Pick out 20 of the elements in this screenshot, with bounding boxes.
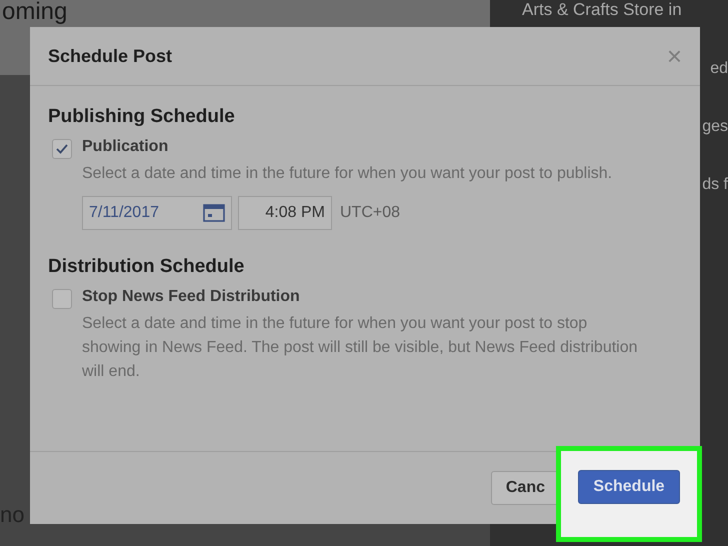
- sidebar-text: ds f: [702, 176, 728, 194]
- calendar-icon: [203, 204, 225, 222]
- dialog-title: Schedule Post: [48, 46, 172, 66]
- timezone-label: UTC+08: [340, 204, 400, 222]
- section-heading: Distribution Schedule: [48, 256, 246, 278]
- checkbox[interactable]: [52, 139, 72, 159]
- schedule-button[interactable]: Schedule: [578, 470, 680, 504]
- page-title: oming: [2, 0, 68, 24]
- option-label: Publication: [82, 138, 170, 156]
- sidebar-text: ges: [702, 118, 728, 136]
- sidebar-text: ed: [710, 60, 728, 78]
- check-icon: [56, 144, 68, 154]
- date-field[interactable]: 7/11/2017: [82, 196, 232, 230]
- option-label: Stop News Feed Distribution: [82, 288, 301, 306]
- sidebar-title: Arts & Crafts Store in: [522, 0, 682, 20]
- time-field[interactable]: 4:08 PM: [238, 196, 332, 230]
- section-heading: Publishing Schedule: [48, 106, 236, 128]
- option-description: Select a date and time in the future for when you want your post to stop showing in News Feed. The post will still be visible, but News Feed distribution will end.: [82, 314, 639, 382]
- option-description: Select a date and time in the future for when you want your post to publish.: [82, 164, 614, 184]
- checkbox[interactable]: [52, 289, 72, 309]
